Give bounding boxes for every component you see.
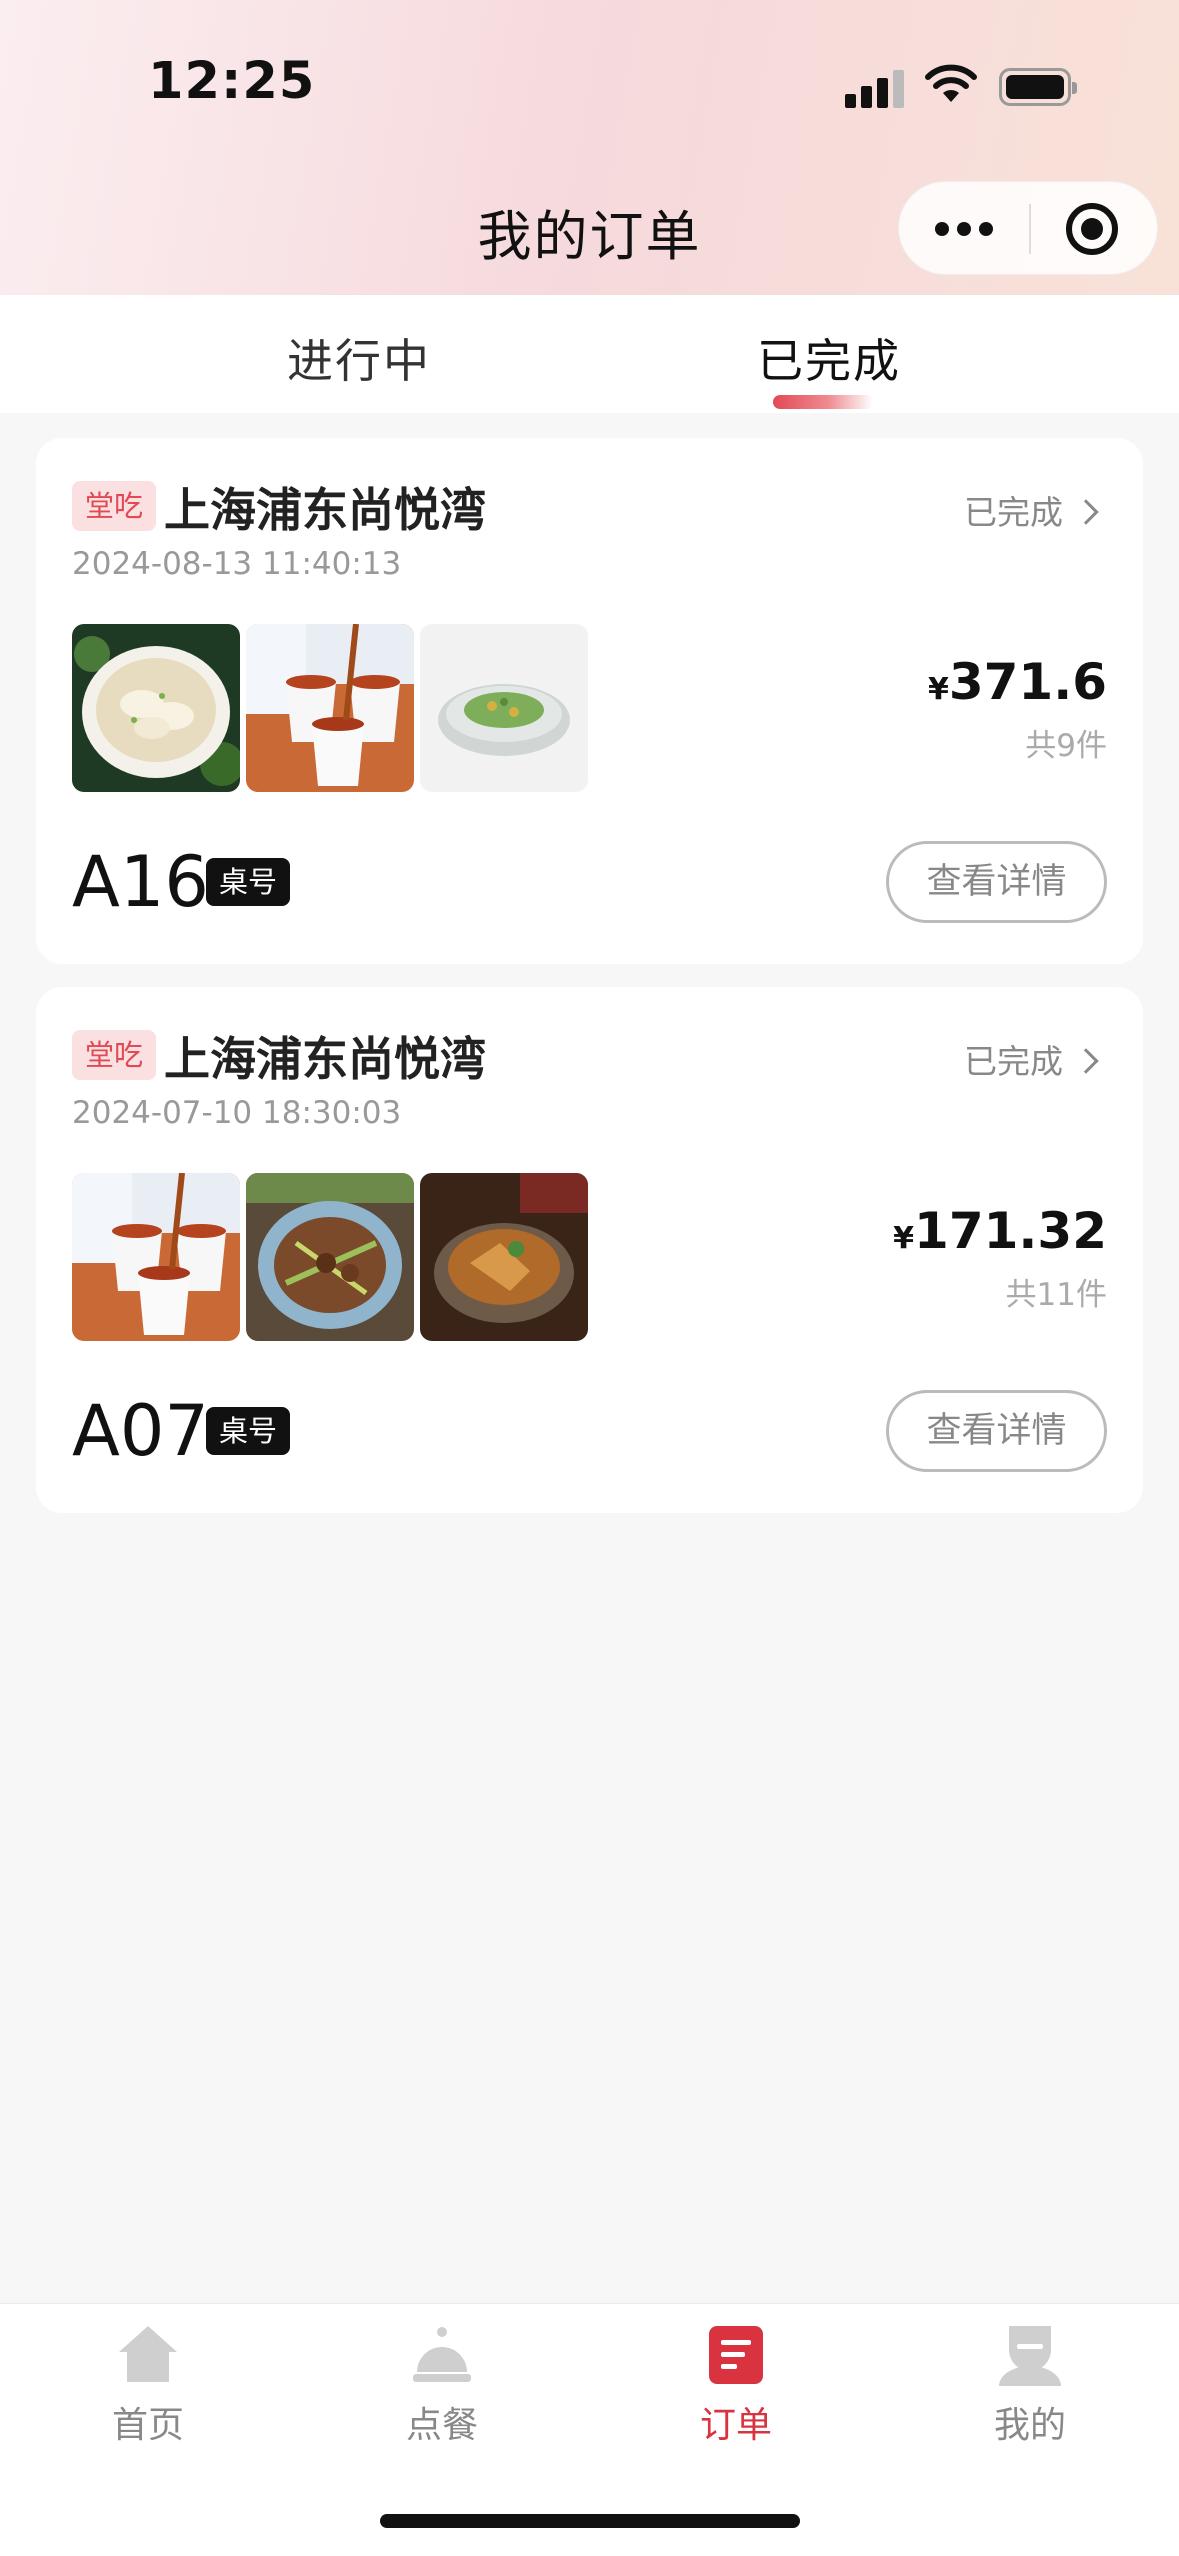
store-name: 上海浦东尚悦湾 — [164, 483, 486, 537]
cellular-signal-icon — [845, 68, 905, 108]
nav-item-profile[interactable]: 我的 — [970, 2322, 1090, 2448]
tab-completed[interactable]: 已完成 — [757, 325, 901, 391]
home-indicator — [380, 2514, 800, 2528]
home-icon — [119, 2326, 177, 2382]
close-mini-program-icon[interactable] — [1066, 203, 1118, 255]
chevron-right-icon — [1073, 1048, 1099, 1074]
order-status-link[interactable]: 已完成 — [964, 1035, 1099, 1083]
order-status-link[interactable]: 已完成 — [964, 486, 1099, 534]
order-time: 2024-07-10 18:30:03 — [72, 1095, 402, 1131]
profile-icon — [999, 2326, 1061, 2386]
tea-cups-image — [246, 624, 414, 792]
item-count: 共11件 — [1005, 1277, 1107, 1313]
order-status: 已完成 — [964, 493, 1063, 532]
order-status: 已完成 — [964, 1042, 1063, 1081]
chevron-right-icon — [1073, 499, 1099, 525]
nav-label: 我的 — [993, 2405, 1066, 2446]
item-count: 共9件 — [1025, 728, 1107, 764]
order-price: ¥171.32 — [893, 1202, 1107, 1260]
dine-in-tag: 堂吃 — [72, 481, 156, 531]
view-details-button[interactable]: 查看详情 — [886, 1390, 1107, 1472]
order-card[interactable]: 堂吃 上海浦东尚悦湾 已完成 2024-07-10 18:30:03 ¥171.… — [36, 987, 1143, 1513]
price-amount: 171.32 — [914, 1202, 1107, 1260]
order-icon — [709, 2326, 763, 2384]
store-name: 上海浦东尚悦湾 — [164, 1032, 486, 1086]
currency-symbol: ¥ — [893, 1221, 915, 1256]
nav-label: 点餐 — [405, 2405, 478, 2446]
wifi-icon — [925, 64, 977, 102]
order-price: ¥371.6 — [928, 653, 1107, 711]
braised-dish-image — [420, 1173, 588, 1341]
table-label-badge: 桌号 — [206, 858, 290, 906]
nav-item-home[interactable]: 首页 — [88, 2322, 208, 2448]
more-icon[interactable] — [935, 212, 995, 246]
order-card[interactable]: 堂吃 上海浦东尚悦湾 已完成 2024-08-13 11:40:13 ¥371.… — [36, 438, 1143, 964]
order-time: 2024-08-13 11:40:13 — [72, 546, 402, 582]
nav-label: 首页 — [111, 2405, 184, 2446]
nav-item-orders[interactable]: 订单 — [676, 2322, 796, 2448]
mini-program-capsule — [898, 181, 1158, 275]
stir-fry-image — [246, 1173, 414, 1341]
table-number: A07 — [72, 1390, 209, 1472]
vegetable-dish-image — [420, 624, 588, 792]
price-amount: 371.6 — [948, 653, 1107, 711]
battery-icon — [999, 68, 1077, 106]
table-label-badge: 桌号 — [206, 1407, 290, 1455]
top-header: 12:25 我的订单 — [0, 0, 1179, 295]
status-time: 12:25 — [148, 52, 316, 111]
nav-item-order-food[interactable]: 点餐 — [382, 2322, 502, 2448]
table-number: A16 — [72, 841, 209, 923]
view-details-button[interactable]: 查看详情 — [886, 841, 1107, 923]
service-bell-icon — [413, 2327, 471, 2382]
dumpling-soup-image — [72, 624, 240, 792]
tab-in-progress[interactable]: 进行中 — [287, 325, 431, 391]
tea-cups-image — [72, 1173, 240, 1341]
active-tab-indicator — [773, 395, 873, 409]
capsule-divider — [1029, 204, 1031, 254]
currency-symbol: ¥ — [927, 672, 949, 707]
nav-label: 订单 — [699, 2405, 772, 2446]
order-tabs: 进行中 已完成 — [0, 295, 1179, 413]
dine-in-tag: 堂吃 — [72, 1030, 156, 1080]
